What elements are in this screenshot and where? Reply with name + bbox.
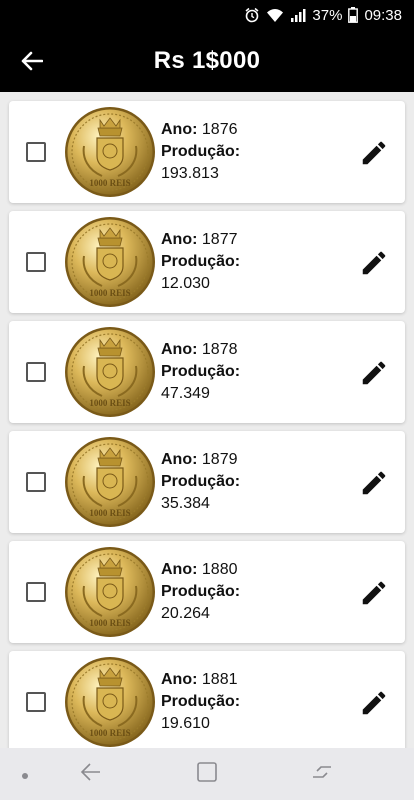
gold-coin-image: 1000 REIS [65,327,155,417]
coin-info: Ano: 1877 Produção: 12.030 [161,229,240,295]
coin-info: Ano: 1879 Produção: 35.384 [161,449,240,515]
select-checkbox[interactable] [26,362,46,382]
year-value: 1878 [201,341,238,358]
select-checkbox[interactable] [26,582,46,602]
coin-info: Ano: 1876 Produção: 193.813 [161,119,240,185]
edit-button[interactable] [359,468,389,498]
gold-coin-image: 1000 REIS [65,107,155,197]
nav-home-icon[interactable] [196,760,218,789]
svg-text:1000 REIS: 1000 REIS [89,178,130,188]
svg-text:1000 REIS: 1000 REIS [89,728,130,738]
year-value: 1879 [201,451,238,468]
production-label: Produção: [161,473,241,490]
production-value: 19.610 [161,715,210,732]
app-bar: Rs 1$000 [0,30,414,92]
coin-card[interactable]: 1000 REIS Ano: 1876 Produção: 193.813 [9,101,405,203]
year-label: Ano: [161,671,198,688]
svg-text:1000 REIS: 1000 REIS [89,508,130,518]
year-value: 1877 [201,231,238,248]
coin-info: Ano: 1880 Produção: 20.264 [161,559,240,625]
nav-back-icon[interactable] [80,760,102,789]
year-label: Ano: [161,121,198,138]
year-value: 1881 [201,671,238,688]
production-value: 12.030 [161,275,210,292]
edit-button[interactable] [359,248,389,278]
edit-button[interactable] [359,358,389,388]
select-checkbox[interactable] [26,142,46,162]
pencil-icon [362,141,386,165]
gold-coin-image: 1000 REIS [65,217,155,307]
gold-coin-image: 1000 REIS [65,547,155,637]
year-label: Ano: [161,451,198,468]
status-bar: 37% 09:38 [0,0,414,30]
wifi-icon [266,7,284,23]
svg-text:1000 REIS: 1000 REIS [89,398,130,408]
coin-card[interactable]: 1000 REIS Ano: 1881 Produção: 19.610 [9,651,405,748]
coin-card[interactable]: 1000 REIS Ano: 1879 Produção: 35.384 [9,431,405,533]
production-label: Produção: [161,253,241,270]
coin-info: Ano: 1881 Produção: 19.610 [161,669,240,735]
battery-percent: 37% [312,6,343,24]
production-value: 47.349 [161,385,210,402]
year-value: 1876 [201,121,238,138]
clock-time: 09:38 [364,6,402,24]
svg-text:1000 REIS: 1000 REIS [89,618,130,628]
year-value: 1880 [201,561,238,578]
coin-info: Ano: 1878 Produção: 47.349 [161,339,240,405]
pencil-icon [362,471,386,495]
battery-icon [348,7,359,23]
nav-dot-icon[interactable] [20,768,30,786]
year-label: Ano: [161,561,198,578]
production-label: Produção: [161,693,241,710]
svg-text:1000 REIS: 1000 REIS [89,288,130,298]
select-checkbox[interactable] [26,252,46,272]
pencil-icon [362,691,386,715]
navigation-bar [0,748,414,800]
production-value: 35.384 [161,495,210,512]
pencil-icon [362,361,386,385]
coin-card[interactable]: 1000 REIS Ano: 1880 Produção: 20.264 [9,541,405,643]
year-label: Ano: [161,231,198,248]
signal-icon [290,7,306,23]
gold-coin-image: 1000 REIS [65,657,155,747]
production-value: 193.813 [161,165,219,182]
select-checkbox[interactable] [26,472,46,492]
edit-button[interactable] [359,138,389,168]
gold-coin-image: 1000 REIS [65,437,155,527]
production-label: Produção: [161,583,241,600]
coin-list[interactable]: 1000 REIS Ano: 1876 Produção: 193.813 10… [0,92,414,748]
production-value: 20.264 [161,605,210,622]
year-label: Ano: [161,341,198,358]
production-label: Produção: [161,143,241,160]
select-checkbox[interactable] [26,692,46,712]
pencil-icon [362,251,386,275]
coin-card[interactable]: 1000 REIS Ano: 1877 Produção: 12.030 [9,211,405,313]
edit-button[interactable] [359,688,389,718]
page-title: Rs 1$000 [153,47,261,74]
edit-button[interactable] [359,578,389,608]
pencil-icon [362,581,386,605]
alarm-icon [244,7,260,23]
production-label: Produção: [161,363,241,380]
coin-card[interactable]: 1000 REIS Ano: 1878 Produção: 47.349 [9,321,405,423]
nav-recent-icon[interactable] [310,760,334,789]
